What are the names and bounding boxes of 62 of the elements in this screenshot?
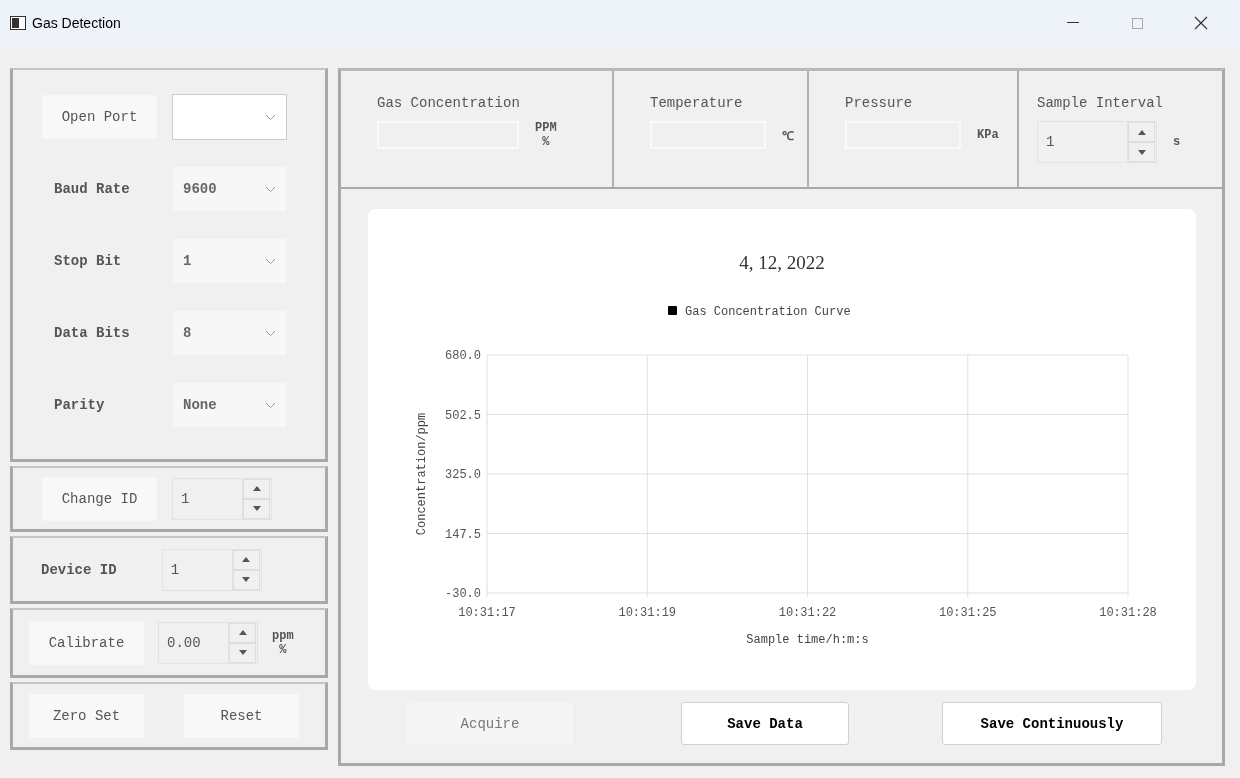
- up-arrow-icon[interactable]: [1137, 129, 1146, 135]
- x-axis-title: Sample time/h:m:s: [746, 633, 869, 647]
- x-tick-label: 10:31:19: [618, 606, 677, 620]
- legend-label: Gas Concentration Curve: [685, 305, 851, 319]
- unit-label: %: [542, 135, 550, 149]
- setting-label: Data Bits: [53, 325, 131, 341]
- readout-title: Sample Interval: [1037, 95, 1165, 111]
- up-arrow-icon[interactable]: [252, 486, 261, 491]
- action-button[interactable]: Save Data: [681, 702, 849, 745]
- calibrate-button[interactable]: Calibrate: [29, 620, 144, 665]
- down-arrow-icon[interactable]: [242, 577, 251, 582]
- unit-label: ppm: [272, 628, 294, 643]
- unit-label: s: [1173, 135, 1181, 149]
- unit-label: %: [279, 642, 287, 657]
- unit-label: ℃: [782, 128, 794, 144]
- x-tick-label: 10:31:22: [778, 606, 837, 620]
- down-arrow-icon[interactable]: [238, 650, 247, 655]
- chart-title: 4, 12, 2022: [739, 252, 825, 273]
- y-tick-label: 325.0: [445, 468, 481, 482]
- x-tick-label: 10:31:17: [458, 606, 516, 620]
- spin-box[interactable]: 1: [161, 548, 262, 591]
- y-tick-label: 680.0: [445, 349, 481, 363]
- close-icon[interactable]: [1194, 16, 1208, 30]
- y-tick-label: 502.5: [445, 408, 481, 423]
- down-arrow-icon[interactable]: [1137, 149, 1146, 155]
- y-tick-label: -30.0: [445, 587, 481, 601]
- setting-label: Stop Bit: [53, 253, 123, 269]
- spin-box[interactable]: 1: [172, 477, 272, 520]
- chevron-down-icon: [265, 329, 276, 337]
- spin-value: 1: [181, 490, 190, 507]
- action-button[interactable]: Reset: [184, 693, 299, 738]
- action-button[interactable]: Zero Set: [29, 693, 144, 738]
- up-arrow-icon[interactable]: [242, 557, 251, 562]
- unit-label: PPM: [535, 121, 557, 135]
- spin-value: 1: [1046, 134, 1055, 150]
- app-icon: [10, 16, 26, 30]
- y-axis-title: Concentration/ppm: [415, 412, 429, 536]
- setting-label: Baud Rate: [53, 181, 131, 197]
- minimize-icon[interactable]: [1067, 22, 1079, 24]
- spin-box[interactable]: 0.00: [158, 621, 258, 664]
- up-arrow-icon[interactable]: [238, 630, 247, 635]
- down-arrow-icon[interactable]: [252, 506, 261, 511]
- change-id-button[interactable]: Change ID: [42, 476, 157, 521]
- readout-title: Pressure: [845, 95, 914, 111]
- y-tick-label: 147.5: [445, 527, 481, 542]
- spin-box[interactable]: 1: [1037, 121, 1157, 163]
- spin-value: 0.00: [167, 634, 201, 651]
- x-tick-label: 10:31:25: [938, 606, 997, 620]
- x-tick-label: 10:31:28: [1099, 606, 1157, 620]
- chevron-down-icon: [265, 401, 276, 409]
- chevron-down-icon: [265, 185, 276, 193]
- device-id-label: Device ID: [41, 561, 117, 578]
- setting-label: Parity: [53, 397, 106, 413]
- action-button[interactable]: Save Continuously: [942, 702, 1162, 745]
- open-port-button[interactable]: Open Port: [42, 95, 157, 139]
- readout-title: Gas Concentration: [377, 95, 521, 111]
- window-title: Gas Detection: [32, 15, 122, 31]
- spin-value: 1: [170, 561, 180, 578]
- chevron-down-icon: [265, 257, 276, 265]
- chevron-down-icon: [265, 113, 276, 121]
- readout-title: Temperature: [650, 95, 744, 111]
- unit-label: KPa: [977, 128, 999, 142]
